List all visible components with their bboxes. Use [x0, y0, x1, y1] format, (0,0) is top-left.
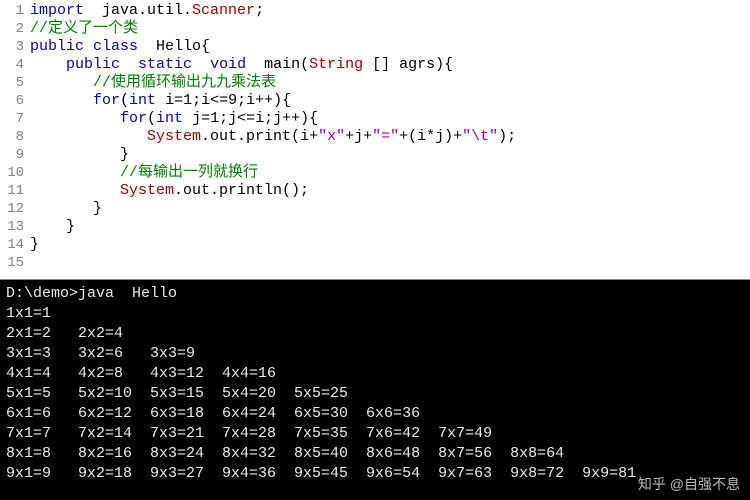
code-line[interactable]: //定义了一个类: [30, 20, 750, 38]
code-line[interactable]: }: [30, 236, 750, 254]
line-number: 13: [0, 218, 24, 236]
code-token: }: [30, 236, 39, 253]
code-token: System: [120, 182, 174, 199]
line-number-gutter: 123456789101112131415: [0, 0, 30, 279]
code-token: "=": [372, 128, 399, 145]
line-number: 6: [0, 92, 24, 110]
code-token: (: [120, 92, 129, 109]
code-token: System: [147, 128, 201, 145]
code-token: Hello{: [138, 38, 210, 55]
code-token: [30, 92, 93, 109]
code-token: public class: [30, 38, 138, 55]
code-line[interactable]: public class Hello{: [30, 38, 750, 56]
line-number: 11: [0, 182, 24, 200]
terminal-row: 3x1=3 3x2=6 3x3=9: [6, 344, 744, 364]
code-token: String: [309, 56, 363, 73]
line-number: 8: [0, 128, 24, 146]
code-editor[interactable]: 123456789101112131415 import java.util.S…: [0, 0, 750, 280]
terminal-row: 2x1=2 2x2=4: [6, 324, 744, 344]
code-token: );: [498, 128, 516, 145]
code-line[interactable]: System.out.print(i+"x"+j+"="+(i*j)+"\t")…: [30, 128, 750, 146]
code-token: public: [66, 56, 120, 73]
code-token: main(: [246, 56, 309, 73]
code-token: //定义了一个类: [30, 20, 138, 37]
code-token: java.util.: [102, 2, 192, 19]
terminal-row: 6x1=6 6x2=12 6x3=18 6x4=24 6x5=30 6x6=36: [6, 404, 744, 424]
code-line[interactable]: public static void main(String [] agrs){: [30, 56, 750, 74]
line-number: 3: [0, 38, 24, 56]
line-number: 9: [0, 146, 24, 164]
line-number: 2: [0, 20, 24, 38]
line-number: 7: [0, 110, 24, 128]
code-token: [30, 110, 120, 127]
terminal-output: D:\demo>java Hello1x1=12x1=2 2x2=43x1=3 …: [0, 280, 750, 500]
code-token: for: [93, 92, 120, 109]
code-token: [30, 128, 147, 145]
code-line[interactable]: import java.util.Scanner;: [30, 2, 750, 20]
code-token: int: [156, 110, 183, 127]
code-token: for: [120, 110, 147, 127]
code-token: Scanner: [192, 2, 255, 19]
terminal-row: 8x1=8 8x2=16 8x3=24 8x4=32 8x5=40 8x6=48…: [6, 444, 744, 464]
terminal-row: 7x1=7 7x2=14 7x3=21 7x4=28 7x5=35 7x6=42…: [6, 424, 744, 444]
code-token: static: [138, 56, 192, 73]
code-line[interactable]: for(int i=1;i<=9;i++){: [30, 92, 750, 110]
terminal-row: 9x1=9 9x2=18 9x3=27 9x4=36 9x5=45 9x6=54…: [6, 464, 744, 484]
code-token: i=1;i<=9;i++){: [156, 92, 291, 109]
code-token: int: [129, 92, 156, 109]
terminal-row: 4x1=4 4x2=8 4x3=12 4x4=16: [6, 364, 744, 384]
code-token: }: [30, 146, 129, 163]
code-token: [192, 56, 210, 73]
code-token: "x": [318, 128, 345, 145]
watermark-text: 知乎 @自强不息: [638, 474, 740, 494]
code-line[interactable]: [30, 254, 750, 272]
terminal-prompt-line: D:\demo>java Hello: [6, 284, 744, 304]
code-token: [30, 182, 120, 199]
code-line[interactable]: }: [30, 146, 750, 164]
line-number: 4: [0, 56, 24, 74]
code-line[interactable]: }: [30, 200, 750, 218]
code-line[interactable]: //使用循环输出九九乘法表: [30, 74, 750, 92]
code-token: //每输出一列就换行: [120, 164, 258, 181]
code-token: [] agrs){: [363, 56, 453, 73]
code-token: void: [210, 56, 246, 73]
code-line[interactable]: for(int j=1;j<=i;j++){: [30, 110, 750, 128]
code-token: +j+: [345, 128, 372, 145]
code-line[interactable]: }: [30, 218, 750, 236]
code-token: //使用循环输出九九乘法表: [93, 74, 276, 91]
code-token: [30, 164, 120, 181]
line-number: 1: [0, 2, 24, 20]
code-token: "\t": [462, 128, 498, 145]
code-line[interactable]: //每输出一列就换行: [30, 164, 750, 182]
code-area[interactable]: import java.util.Scanner;//定义了一个类public …: [30, 0, 750, 279]
terminal-row: 1x1=1: [6, 304, 744, 324]
code-token: (: [147, 110, 156, 127]
line-number: 14: [0, 236, 24, 254]
code-token: .out.print(i+: [201, 128, 318, 145]
code-token: [84, 2, 102, 19]
line-number: 12: [0, 200, 24, 218]
code-token: ;: [255, 2, 264, 19]
code-token: .out.println();: [174, 182, 309, 199]
code-token: }: [30, 218, 75, 235]
code-token: [30, 74, 93, 91]
code-token: import: [30, 2, 84, 19]
code-token: }: [30, 200, 102, 217]
line-number: 5: [0, 74, 24, 92]
code-token: [30, 56, 66, 73]
line-number: 15: [0, 254, 24, 272]
code-token: j=1;j<=i;j++){: [183, 110, 318, 127]
code-token: [120, 56, 138, 73]
code-line[interactable]: System.out.println();: [30, 182, 750, 200]
line-number: 10: [0, 164, 24, 182]
code-token: +(i*j)+: [399, 128, 462, 145]
terminal-row: 5x1=5 5x2=10 5x3=15 5x4=20 5x5=25: [6, 384, 744, 404]
